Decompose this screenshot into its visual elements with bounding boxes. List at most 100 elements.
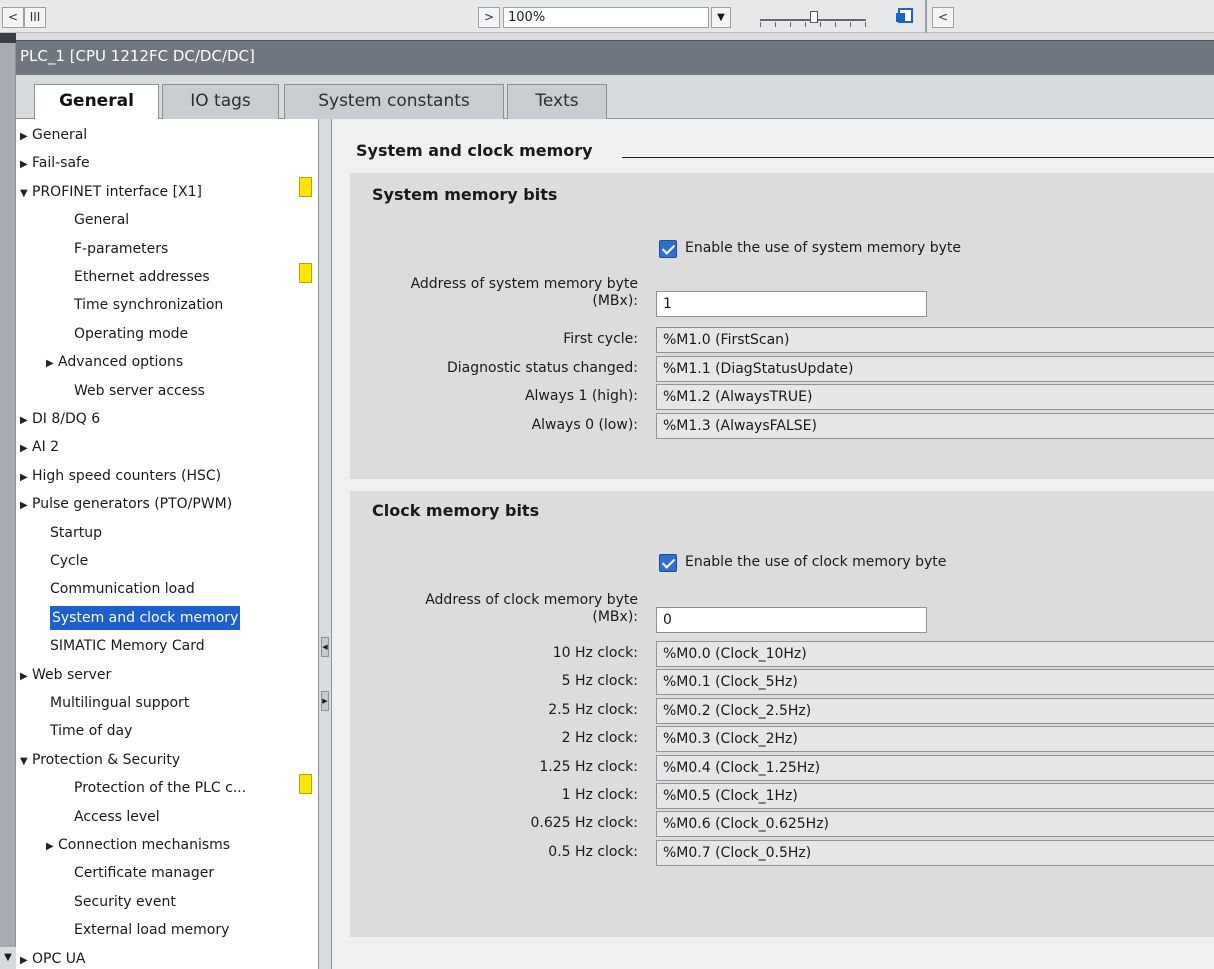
- expand-right-icon[interactable]: ▶: [321, 691, 329, 711]
- clock-memory-address-label-line1: Address of clock memory byte: [425, 592, 638, 608]
- tree-item[interactable]: F-parameters: [74, 235, 168, 263]
- tree-item[interactable]: System and clock memory: [50, 605, 241, 630]
- tree-item[interactable]: ▼ Protection & Security: [20, 746, 180, 774]
- readonly-tag-field: %M1.2 (AlwaysTRUE): [656, 384, 1214, 411]
- row-label: 5 Hz clock:: [561, 673, 638, 690]
- system-memory-address-label: Address of system memory byte (MBx):: [350, 276, 638, 310]
- zoom-dropdown-button[interactable]: ▼: [711, 7, 731, 28]
- tree-item[interactable]: ▶ Fail-safe: [20, 149, 90, 177]
- tree-item[interactable]: Time synchronization: [74, 291, 223, 319]
- collapse-left-icon[interactable]: ◀: [321, 637, 329, 657]
- tree-item[interactable]: Access level: [74, 803, 160, 831]
- section-title: System and clock memory: [356, 141, 593, 160]
- section-divider: [622, 157, 1214, 158]
- tree-item-label: Fail-safe: [32, 155, 90, 172]
- system-memory-address-input[interactable]: 1: [656, 291, 927, 317]
- scroll-grip[interactable]: III: [24, 7, 46, 28]
- row-label: 1.25 Hz clock:: [539, 758, 638, 775]
- collapsed-arrow-icon[interactable]: ▶: [20, 407, 32, 435]
- collapsed-arrow-icon[interactable]: ▶: [20, 663, 32, 691]
- tree-item-label: Time of day: [50, 723, 133, 740]
- left-edge-scrollbar[interactable]: [0, 33, 16, 969]
- tree-item-label: Time synchronization: [74, 297, 224, 314]
- clock-memory-title: Clock memory bits: [372, 501, 540, 520]
- readonly-tag-field: %M0.2 (Clock_2.5Hz): [656, 697, 1214, 724]
- tree-item[interactable]: Cycle: [50, 547, 88, 575]
- tree-item-label: Web server access: [74, 382, 205, 399]
- chevron-down-icon[interactable]: ▼: [0, 947, 16, 969]
- tree-item-label: Startup: [50, 524, 102, 541]
- collapsed-arrow-icon[interactable]: ▶: [20, 464, 32, 492]
- tree-item[interactable]: Ethernet addresses: [74, 263, 210, 291]
- tree-item[interactable]: ▶ Web server: [20, 661, 111, 689]
- tree-item[interactable]: ▶ Advanced options: [46, 348, 183, 376]
- enable-clock-memory-checkbox[interactable]: [659, 554, 677, 572]
- scroll-left-button[interactable]: <: [2, 7, 24, 28]
- tree-item[interactable]: General: [74, 206, 129, 234]
- tree-item[interactable]: Protection of the PLC c...: [74, 774, 246, 802]
- tree-item[interactable]: ▶ High speed counters (HSC): [20, 462, 221, 490]
- tab-texts[interactable]: Texts: [507, 84, 607, 119]
- expanded-arrow-icon[interactable]: ▼: [20, 180, 32, 208]
- panel-scroll-left-button[interactable]: <: [932, 7, 954, 28]
- collapsed-arrow-icon[interactable]: ▶: [46, 833, 58, 861]
- tree-item[interactable]: ▶ General: [20, 121, 87, 149]
- collapsed-arrow-icon[interactable]: ▶: [20, 947, 32, 969]
- row-label: 0.625 Hz clock:: [530, 815, 638, 832]
- tree-item[interactable]: Communication load: [50, 575, 195, 603]
- tree-item[interactable]: ▶ Connection mechanisms: [46, 831, 230, 859]
- tree-item-label: External load memory: [74, 922, 230, 939]
- tree-item[interactable]: Certificate manager: [74, 859, 214, 887]
- tree-item[interactable]: Security event: [74, 888, 176, 916]
- zoom-input[interactable]: 100%: [503, 7, 709, 28]
- collapsed-arrow-icon[interactable]: ▶: [20, 123, 32, 151]
- tree-item-label: Protection & Security: [32, 751, 181, 768]
- tree-item[interactable]: Operating mode: [74, 320, 188, 348]
- tree-item[interactable]: SIMATIC Memory Card: [50, 632, 205, 660]
- readonly-tag-field: %M0.0 (Clock_10Hz): [656, 641, 1214, 667]
- tree-item[interactable]: External load memory: [74, 916, 229, 944]
- tree-item[interactable]: ▶ OPC UA: [20, 945, 86, 969]
- tree-item-label: F-parameters: [74, 240, 169, 257]
- collapsed-arrow-icon[interactable]: ▶: [20, 151, 32, 179]
- tree-item[interactable]: Web server access: [74, 377, 205, 405]
- tab-general[interactable]: General: [34, 84, 159, 120]
- readonly-tag-field: %M0.1 (Clock_5Hz): [656, 669, 1214, 696]
- tree-item-label: OPC UA: [32, 950, 86, 967]
- tree-item[interactable]: Startup: [50, 519, 102, 547]
- collapsed-arrow-icon[interactable]: ▶: [20, 435, 32, 463]
- tree-item[interactable]: ▶ AI 2: [20, 433, 59, 461]
- tree-item-label: DI 8/DQ 6: [32, 411, 101, 427]
- pane-splitter[interactable]: ◀ ▶: [318, 119, 332, 969]
- tab-system-constants[interactable]: System constants: [284, 84, 504, 119]
- tree-item[interactable]: ▼ PROFINET interface [X1]: [20, 178, 202, 206]
- tree-item[interactable]: Time of day: [50, 717, 132, 745]
- clock-memory-address-input[interactable]: 0: [656, 607, 927, 633]
- readonly-tag-field: %M0.6 (Clock_0.625Hz): [656, 811, 1214, 838]
- tree-item-label: General: [32, 127, 88, 143]
- tree-item-label: High speed counters (HSC): [32, 467, 222, 484]
- tab-io-tags[interactable]: IO tags: [162, 84, 279, 119]
- tree-item[interactable]: ▶ Pulse generators (PTO/PWM): [20, 490, 232, 518]
- collapsed-arrow-icon[interactable]: ▶: [46, 350, 58, 378]
- tree-item-label: Cycle: [50, 553, 89, 569]
- tree-item-label: PROFINET interface [X1]: [32, 183, 203, 200]
- tree-item-label: Access level: [74, 808, 160, 825]
- collapsed-arrow-icon[interactable]: ▶: [20, 492, 32, 520]
- row-label: 10 Hz clock:: [552, 645, 638, 661]
- zoom-slider[interactable]: [760, 9, 866, 29]
- row-label: Always 1 (high):: [524, 388, 638, 405]
- enable-system-memory-checkbox[interactable]: [659, 240, 677, 258]
- clock-memory-address-label-line2: (MBx):: [592, 609, 638, 625]
- inspector-title-bar: PLC_1 [CPU 1212FC DC/DC/DC]: [16, 40, 1214, 75]
- zoom-fit-icon[interactable]: [893, 6, 915, 28]
- zoom-slider-thumb[interactable]: [810, 11, 818, 23]
- tree-item[interactable]: Multilingual support: [50, 689, 189, 717]
- warning-icon: [299, 177, 312, 198]
- left-edge-bar: [0, 33, 16, 43]
- clock-memory-group: Clock memory bits Enable the use of cloc…: [350, 491, 1214, 937]
- scroll-right-button[interactable]: >: [478, 7, 500, 28]
- tree-item[interactable]: ▶ DI 8/DQ 6: [20, 405, 100, 433]
- readonly-tag-field: %M1.1 (DiagStatusUpdate): [656, 355, 1214, 382]
- expanded-arrow-icon[interactable]: ▼: [20, 748, 32, 776]
